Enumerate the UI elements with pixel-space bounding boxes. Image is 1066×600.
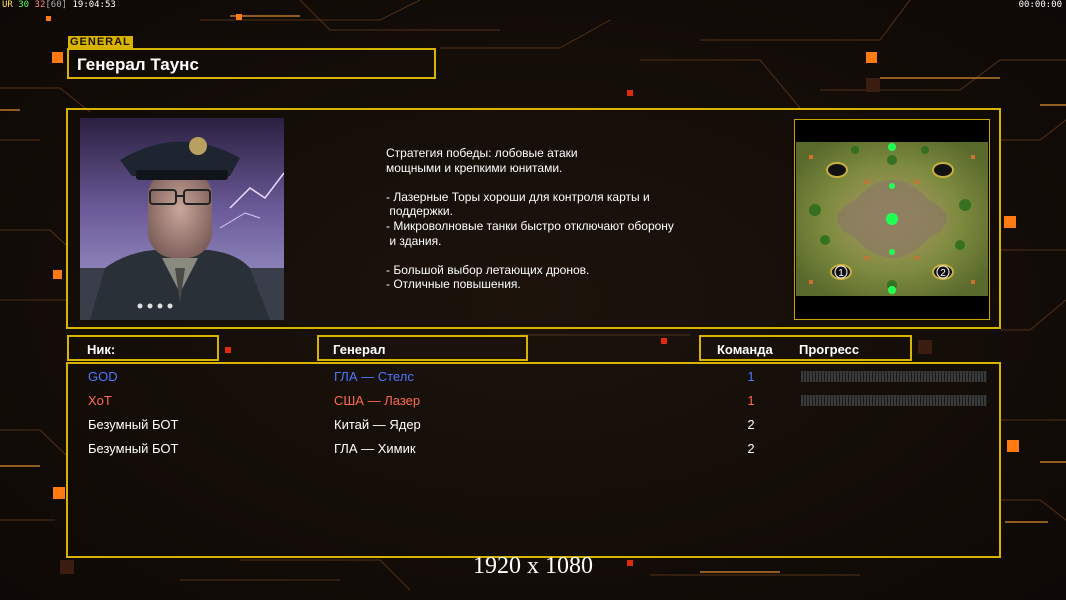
player-team: 1 xyxy=(747,393,755,408)
general-description: Стратегия победы: лобовые атаки мощными … xyxy=(386,146,674,292)
player-nick: Безумный БОТ xyxy=(88,441,179,456)
fps-value-a: 30 xyxy=(18,0,30,10)
player-team: 1 xyxy=(747,369,755,384)
player-row[interactable]: Безумный БОТ Китай — Ядер 2 xyxy=(68,414,1003,434)
general-title-box: Генерал Таунс xyxy=(67,48,436,79)
player-general: ГЛА — Химик xyxy=(334,441,416,456)
player-row[interactable]: Безумный БОТ ГЛА — Химик 2 xyxy=(68,438,1003,458)
player-row[interactable]: GOD ГЛА — Стелс 1 xyxy=(68,366,1003,386)
fps-cap: [60] xyxy=(45,0,68,10)
header-general-label: Генерал xyxy=(333,342,386,357)
player-nick: XoT xyxy=(88,393,112,408)
player-general: Китай — Ядер xyxy=(334,417,421,432)
player-nick: Безумный БОТ xyxy=(88,417,179,432)
start-position-1[interactable]: 1 xyxy=(838,268,844,279)
player-row[interactable]: XoT США — Лазер 1 xyxy=(68,390,1003,410)
header-progress-label: Прогресс xyxy=(799,342,860,357)
general-portrait xyxy=(80,118,284,320)
player-list: GOD ГЛА — Стелс 1 XoT США — Лазер 1 Безу… xyxy=(66,362,1001,558)
player-nick: GOD xyxy=(88,369,118,384)
ur-label: UR xyxy=(2,0,13,10)
game-timer: 00:00:00 xyxy=(1018,0,1062,10)
resolution-label: 1920 x 1080 xyxy=(473,553,593,579)
player-progress-bar xyxy=(801,395,987,406)
player-progress-bar xyxy=(801,371,987,382)
fps-value-b: 32 xyxy=(34,0,46,10)
player-general: ГЛА — Стелс xyxy=(334,369,414,384)
minimap[interactable]: 1 2 xyxy=(794,119,990,320)
header-nick-label: Ник: xyxy=(87,342,116,357)
player-general: США — Лазер xyxy=(334,393,421,408)
player-team: 2 xyxy=(747,441,755,456)
header-team-progress: Команда Прогресс xyxy=(699,335,912,361)
general-tag: GENERAL xyxy=(68,36,133,48)
start-position-2[interactable]: 2 xyxy=(940,268,946,279)
header-team-label: Команда xyxy=(717,342,773,357)
system-clock: 19:04:53 xyxy=(72,0,116,10)
player-team: 2 xyxy=(747,417,755,432)
header-general: Генерал xyxy=(317,335,528,361)
header-nick: Ник: xyxy=(67,335,219,361)
fps-counter: UR 30 32[60] 19:04:53 xyxy=(2,0,116,10)
general-name: Генерал Таунс xyxy=(77,55,199,74)
